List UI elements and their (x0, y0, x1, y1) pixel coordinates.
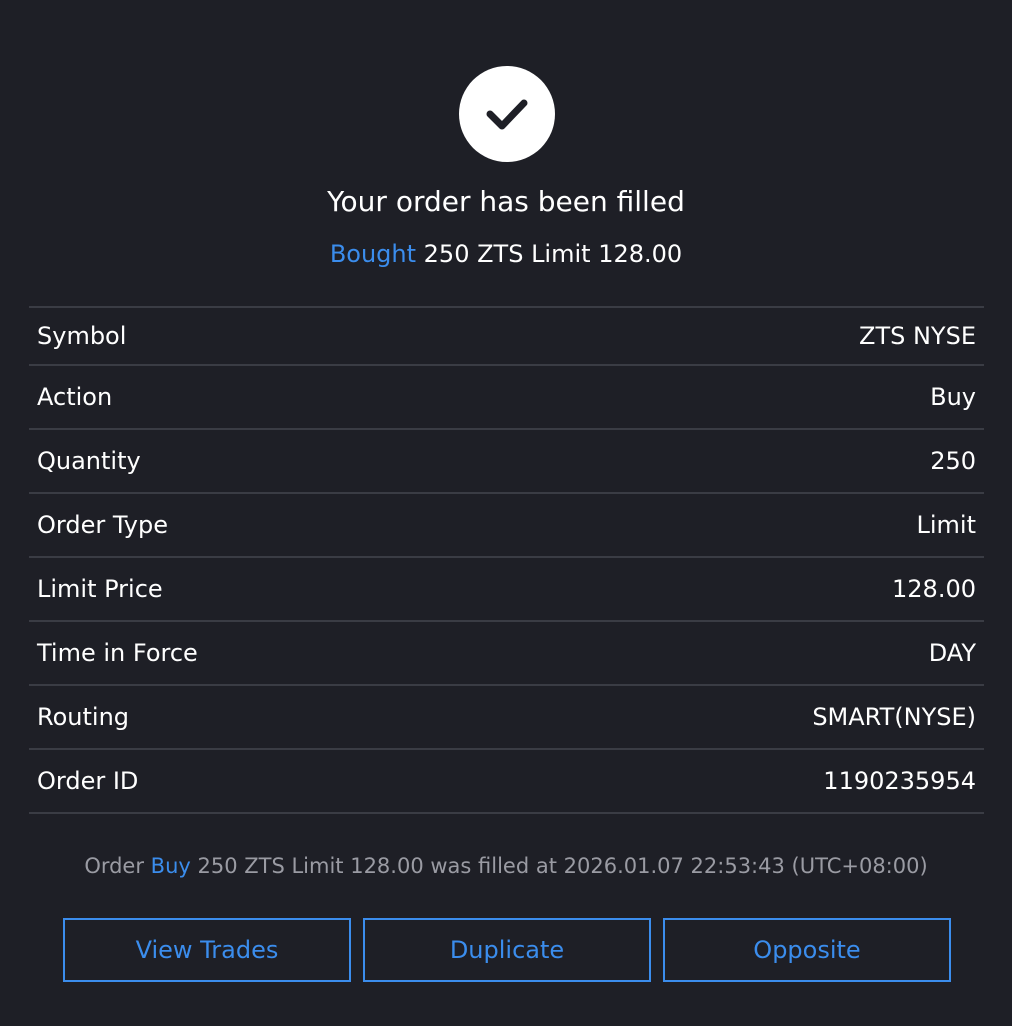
detail-row-action: Action Buy (29, 366, 984, 430)
fill-status-note: Order Buy 250 ZTS Limit 128.00 was fille… (0, 851, 1012, 881)
detail-label: Limit Price (37, 575, 163, 603)
order-summary: Bought 250 ZTS Limit 128.00 (0, 237, 1012, 271)
detail-label: Routing (37, 703, 130, 731)
detail-label: Action (37, 383, 113, 411)
detail-value: ZTS NYSE (859, 322, 976, 350)
duplicate-button[interactable]: Duplicate (363, 918, 651, 982)
detail-value: DAY (928, 639, 976, 667)
detail-value: Buy (930, 383, 976, 411)
detail-value: 128.00 (892, 575, 976, 603)
detail-label: Order Type (37, 511, 168, 539)
detail-row-limit-price: Limit Price 128.00 (29, 558, 984, 622)
order-summary-action: Bought (329, 240, 417, 268)
detail-row-routing: Routing SMART(NYSE) (29, 686, 984, 750)
detail-row-quantity: Quantity 250 (29, 430, 984, 494)
action-buttons: View Trades Duplicate Opposite (63, 918, 951, 982)
dialog-title: Your order has been filled (327, 185, 685, 218)
opposite-button[interactable]: Opposite (663, 918, 951, 982)
view-trades-button[interactable]: View Trades (63, 918, 351, 982)
detail-label: Quantity (37, 447, 141, 475)
detail-row-time-in-force: Time in Force DAY (29, 622, 984, 686)
detail-value: 1190235954 (823, 767, 976, 795)
success-badge (459, 66, 555, 162)
order-summary-details: 250 ZTS Limit 128.00 (416, 240, 683, 268)
order-details-table: Symbol ZTS NYSE Action Buy Quantity 250 … (29, 306, 984, 814)
detail-value: 250 (930, 447, 976, 475)
detail-value: SMART(NYSE) (812, 703, 976, 731)
fill-status-action: Buy (150, 854, 191, 878)
checkmark-icon (486, 99, 528, 130)
detail-value: Limit (916, 511, 977, 539)
order-filled-dialog: Your order has been filled Bought 250 ZT… (0, 0, 1012, 1026)
detail-label: Symbol (37, 322, 127, 350)
detail-row-order-id: Order ID 1190235954 (29, 750, 984, 814)
fill-status-prefix: Order (84, 854, 151, 878)
detail-row-symbol: Symbol ZTS NYSE (29, 308, 984, 366)
fill-status-details: 250 ZTS Limit 128.00 was filled at 2026.… (190, 854, 928, 878)
detail-label: Time in Force (37, 639, 198, 667)
detail-row-order-type: Order Type Limit (29, 494, 984, 558)
detail-label: Order ID (37, 767, 139, 795)
